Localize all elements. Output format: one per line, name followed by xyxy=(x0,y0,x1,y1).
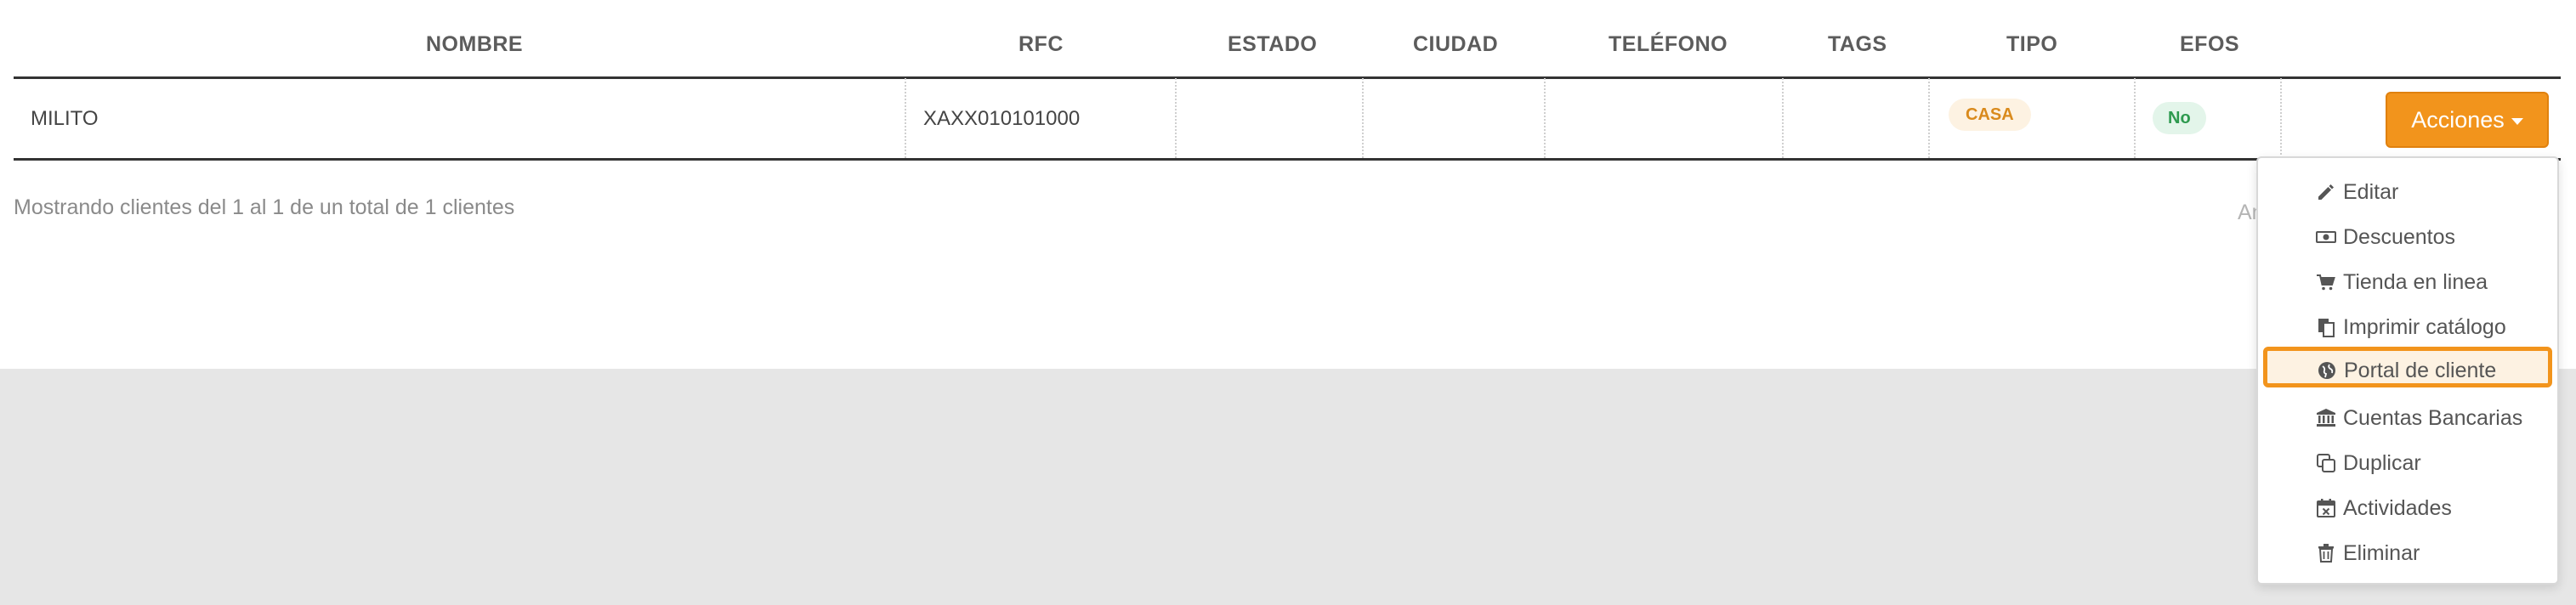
menu-item-eliminar[interactable]: Eliminar xyxy=(2258,531,2557,575)
menu-item-label: Portal de cliente xyxy=(2344,359,2497,382)
pencil-icon xyxy=(2318,184,2334,200)
header-nombre[interactable]: NOMBRE xyxy=(426,32,523,57)
menu-item-label: Actividades xyxy=(2343,496,2452,520)
bank-icon xyxy=(2317,409,2335,427)
menu-item-portal-de-cliente[interactable]: Portal de cliente xyxy=(2263,347,2552,387)
duplicate-icon xyxy=(2317,454,2335,472)
money-icon xyxy=(2316,231,2336,243)
header-efos[interactable]: EFOS xyxy=(2180,32,2239,57)
trash-icon xyxy=(2318,544,2334,563)
header-ciudad[interactable]: CIUDAD xyxy=(1413,32,1498,57)
menu-item-label: Editar xyxy=(2343,180,2399,204)
caret-down-icon xyxy=(2511,117,2523,125)
menu-item-editar[interactable]: Editar xyxy=(2258,170,2557,214)
globe-icon xyxy=(2318,362,2335,379)
menu-item-imprimir-catalogo[interactable]: Imprimir catálogo xyxy=(2258,305,2557,349)
cell-ciudad xyxy=(1362,78,1546,158)
cart-icon xyxy=(2317,274,2335,291)
tipo-badge: CASA xyxy=(1949,99,2031,131)
menu-item-label: Imprimir catálogo xyxy=(2343,315,2506,339)
menu-item-label: Eliminar xyxy=(2343,541,2420,565)
header-estado[interactable]: ESTADO xyxy=(1228,32,1317,57)
cell-nombre: MILITO xyxy=(14,78,905,158)
menu-item-tienda-en-linea[interactable]: Tienda en linea xyxy=(2258,260,2557,304)
menu-item-descuentos[interactable]: Descuentos xyxy=(2258,215,2557,259)
menu-item-label: Tienda en linea xyxy=(2343,270,2488,294)
cell-rfc: XAXX010101000 xyxy=(905,78,1177,158)
client-rfc: XAXX010101000 xyxy=(923,107,1081,130)
menu-item-duplicar[interactable]: Duplicar xyxy=(2258,441,2557,485)
menu-item-label: Duplicar xyxy=(2343,451,2421,475)
header-telefono[interactable]: TELÉFONO xyxy=(1609,32,1728,57)
menu-item-label: Descuentos xyxy=(2343,225,2456,249)
cell-estado xyxy=(1175,78,1364,158)
table-header: NOMBRE RFC ESTADO CIUDAD TELÉFONO TAGS T… xyxy=(14,0,2561,79)
calendar-icon xyxy=(2317,499,2335,517)
clients-table-panel: NOMBRE RFC ESTADO CIUDAD TELÉFONO TAGS T… xyxy=(0,0,2576,369)
menu-item-cuentas-bancarias[interactable]: Cuentas Bancarias xyxy=(2258,396,2557,440)
efos-status-badge: No xyxy=(2153,102,2206,134)
cell-telefono xyxy=(1544,78,1784,158)
header-rfc[interactable]: RFC xyxy=(1018,32,1064,57)
copy-document-icon xyxy=(2318,319,2335,337)
header-tags[interactable]: TAGS xyxy=(1828,32,1887,57)
menu-item-label: Cuentas Bancarias xyxy=(2343,406,2523,430)
acciones-dropdown-button[interactable]: Acciones xyxy=(2386,92,2549,148)
table-info-text: Mostrando clientes del 1 al 1 de un tota… xyxy=(14,195,515,219)
acciones-label: Acciones xyxy=(2411,107,2505,133)
acciones-dropdown-menu: Editar Descuentos Tienda en linea Imprim… xyxy=(2256,156,2559,585)
client-name: MILITO xyxy=(31,107,99,130)
cell-tags xyxy=(1782,78,1930,158)
header-tipo[interactable]: TIPO xyxy=(2006,32,2057,57)
menu-item-actividades[interactable]: Actividades xyxy=(2258,486,2557,530)
